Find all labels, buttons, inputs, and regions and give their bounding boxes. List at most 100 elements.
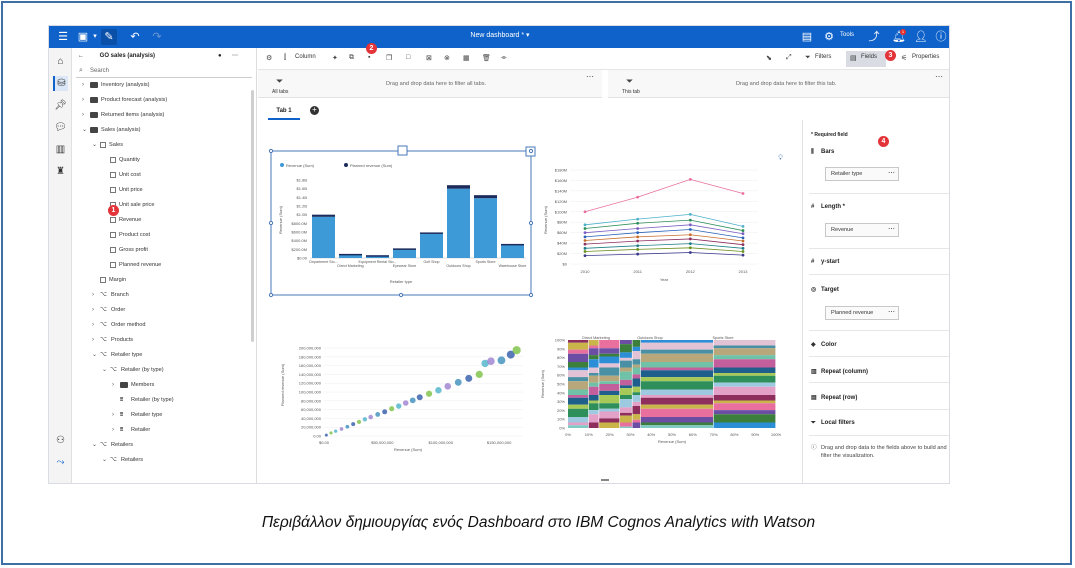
format-icon[interactable]: ⌯ xyxy=(501,54,507,62)
properties-tab[interactable]: Properties xyxy=(912,54,939,60)
tree-item[interactable]: ⌄ Sales xyxy=(92,140,123,150)
add-icon[interactable]: + xyxy=(53,479,68,483)
tree-item[interactable]: Gross profit xyxy=(102,245,148,255)
duplicate-icon[interactable]: ❐ xyxy=(386,54,392,62)
chevron-right-icon[interactable]: › xyxy=(92,320,100,330)
target-slot-value[interactable]: Planned revenue ⋯ xyxy=(825,306,899,320)
chevron-right-icon[interactable]: › xyxy=(82,95,90,105)
paste-icon[interactable]: ▪ xyxy=(368,54,370,61)
chevron-right-icon[interactable]: › xyxy=(112,425,120,435)
visualizations-icon[interactable]: ▥ xyxy=(53,142,68,157)
y-tick-label: $40M xyxy=(557,241,567,246)
filters-tab[interactable]: Filters xyxy=(815,54,831,60)
tree-item[interactable]: ⌄ ⌥ Retailer (by type) xyxy=(102,365,164,375)
tools-label[interactable]: Tools xyxy=(840,32,854,38)
tree-item[interactable]: Quantity xyxy=(102,155,140,165)
tree-item[interactable]: ⌄ Sales (analysis) xyxy=(82,125,140,135)
tree-item[interactable]: ⩩ Retailer (by type) xyxy=(112,395,174,405)
more-options-icon[interactable]: ⋯ xyxy=(935,72,943,81)
chevron-down-icon[interactable]: ⌄ xyxy=(82,125,90,135)
tree-item[interactable]: Planned revenue xyxy=(102,260,161,270)
tree-item[interactable]: Unit cost xyxy=(102,170,141,180)
tree-item[interactable]: › ⌥ Products xyxy=(92,335,133,345)
x-tick-label: 70% xyxy=(710,432,718,437)
add-tab-button[interactable]: + xyxy=(310,106,319,115)
local-filters-slot-label[interactable]: ⏷ Local filters xyxy=(811,420,855,427)
chevron-down-icon[interactable]: ⌄ xyxy=(92,440,100,450)
fields-tab[interactable]: ▤ Fields xyxy=(846,51,886,67)
group-label: Outdoors Shop xyxy=(637,336,663,340)
chevron-down-icon[interactable]: ⌄ xyxy=(92,140,100,150)
chevron-right-icon[interactable]: › xyxy=(112,410,120,420)
bars-slot-value[interactable]: Retailer type ⋯ xyxy=(825,167,899,181)
tree-item[interactable]: Product cost xyxy=(102,230,150,240)
tab-1[interactable]: Tab 1 xyxy=(268,104,300,120)
figure-frame: ☰ ▣ ▾ ✎ ↶ ↷ New dashboard * ▾ ▤ ⚙ Tools … xyxy=(1,1,1072,565)
pin-icon[interactable]: ✦ xyxy=(332,54,338,62)
fullscreen-icon[interactable]: ⤢ xyxy=(786,54,792,62)
length-slot-value[interactable]: Revenue ⋯ xyxy=(825,223,899,237)
chevron-right-icon[interactable]: › xyxy=(82,110,90,120)
data-sources-icon[interactable]: ⛁ xyxy=(53,76,68,91)
resize-handle xyxy=(268,148,274,154)
this-tab-filter-zone[interactable]: ⏷ This tab Drag and drop data here to fi… xyxy=(608,70,949,98)
navigation-icon[interactable]: ⤳ xyxy=(53,455,68,470)
chevron-right-icon[interactable]: › xyxy=(92,290,100,300)
tree-item[interactable]: ⌄ ⌥ Retailers xyxy=(102,455,143,465)
all-tabs-filter-zone[interactable]: ⏷ All tabs Drag and drop data here to fi… xyxy=(258,70,602,98)
help-icon[interactable]: ⓘ xyxy=(933,29,949,45)
grid-icon[interactable]: ▦ xyxy=(463,54,470,62)
user-icon[interactable]: 👤︎ xyxy=(913,29,929,45)
tree-item[interactable]: › Members xyxy=(112,380,154,390)
bookmark-icon[interactable]: ⬊ xyxy=(766,54,772,62)
properties-icon[interactable]: ⚟ xyxy=(901,54,907,62)
color-slot-label[interactable]: ◆ Color xyxy=(811,341,837,348)
drill-icon[interactable]: ⊠ xyxy=(426,54,432,62)
tree-item[interactable]: › ⌥ Branch xyxy=(92,290,129,300)
share-icon[interactable]: ⤴ xyxy=(866,29,882,45)
chevron-right-icon[interactable]: › xyxy=(112,380,120,390)
search-input[interactable]: ⌕ Search xyxy=(76,64,252,78)
more-options-icon[interactable]: ⋯ xyxy=(586,72,594,81)
filter-icon[interactable]: ⏷ xyxy=(805,54,811,62)
ystart-slot-label[interactable]: # y-start xyxy=(811,259,839,265)
comment-icon[interactable]: 💬︎ xyxy=(53,120,68,135)
delete-icon[interactable]: 🗑︎ xyxy=(482,54,491,62)
gear-icon[interactable]: ⚙ xyxy=(266,54,272,62)
pin-icon[interactable]: 📌︎ xyxy=(53,98,68,113)
chevron-down-icon[interactable]: ⌄ xyxy=(102,455,110,465)
chevron-right-icon[interactable]: › xyxy=(92,305,100,315)
back-icon[interactable]: ← xyxy=(78,53,84,59)
tree-item[interactable]: › ⩩ Retailer xyxy=(112,425,150,435)
tree-item[interactable]: › ⩩ Retailer type xyxy=(112,410,162,420)
present-icon[interactable]: ▤ xyxy=(799,29,815,45)
source-scrollbar[interactable] xyxy=(251,90,254,342)
tree-item[interactable]: Margin xyxy=(92,275,126,285)
assistant-icon[interactable]: ⚇ xyxy=(53,433,68,448)
repeat-row-slot-label[interactable]: ▤ Repeat (row) xyxy=(811,394,857,401)
more-options-icon[interactable]: ⋯ xyxy=(232,48,238,64)
tree-item[interactable]: Unit price xyxy=(102,185,143,195)
tree-item[interactable]: › Product forecast (analysis) xyxy=(82,95,167,105)
add-source-icon[interactable]: ● xyxy=(218,48,222,64)
hide-icon[interactable]: ⊗ xyxy=(444,54,450,62)
tree-item[interactable]: › Returned items (analysis) xyxy=(82,110,164,120)
visualization-type-label[interactable]: Column xyxy=(295,54,316,60)
tree-item[interactable]: › ⌥ Order method xyxy=(92,320,146,330)
copy-icon[interactable]: ⧉ xyxy=(349,54,354,62)
tree-item[interactable]: › Inventory (analysis) xyxy=(82,80,150,90)
tree-item[interactable]: ⌄ ⌥ Retailers xyxy=(92,440,133,450)
home-icon[interactable]: ⌂ xyxy=(53,54,68,69)
tree-item[interactable]: Revenue xyxy=(102,215,141,225)
assets-icon[interactable]: ♜ xyxy=(53,164,68,179)
chevron-down-icon[interactable]: ⌄ xyxy=(92,350,100,360)
chevron-right-icon[interactable]: › xyxy=(82,80,90,90)
tools-icon[interactable]: ⚙ xyxy=(821,29,837,45)
chevron-right-icon[interactable]: › xyxy=(92,335,100,345)
column-chart-icon[interactable]: ⫿ xyxy=(284,54,286,62)
repeat-column-slot-label[interactable]: ▥ Repeat (column) xyxy=(811,368,868,375)
tree-item[interactable]: ⌄ ⌥ Retailer type xyxy=(92,350,142,360)
tree-item[interactable]: › ⌥ Order xyxy=(92,305,125,315)
expand-icon[interactable]: □ xyxy=(406,54,410,61)
chevron-down-icon[interactable]: ⌄ xyxy=(102,365,110,375)
